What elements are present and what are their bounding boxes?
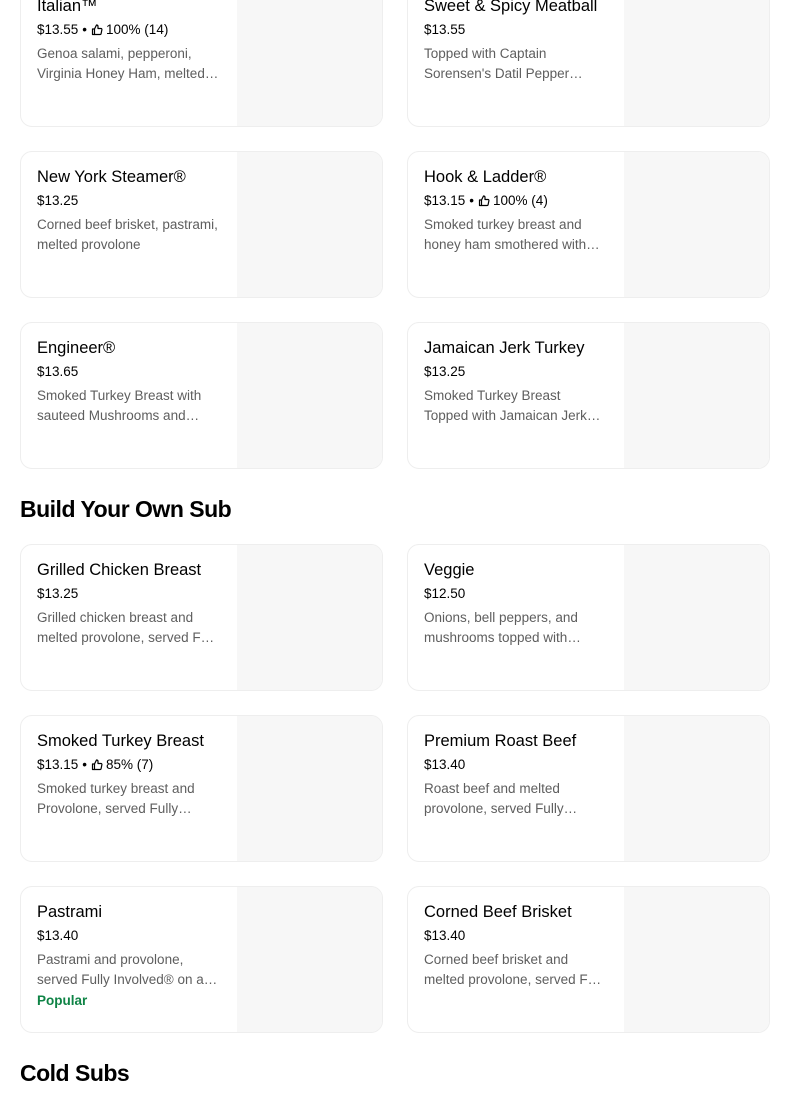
item-rating: 100% (4) [493, 193, 548, 208]
item-description: Roast beef and melted provolone, served … [424, 781, 564, 816]
item-meta: $13.65 [37, 363, 221, 381]
menu-item-info: Veggie $12.50 Onions, bell peppers, and mu… [408, 545, 624, 690]
item-rating: 85% (7) [106, 757, 154, 772]
item-price: $13.25 [37, 586, 79, 601]
item-name: Pastrami [37, 903, 103, 921]
item-name: Hook & Ladder® [424, 168, 547, 186]
item-image[interactable] [624, 323, 769, 468]
item-image[interactable] [624, 545, 769, 690]
item-meta: $13.40 [37, 927, 221, 945]
item-price: $13.40 [424, 928, 466, 943]
item-description: Grilled chicken breast and melted provol… [37, 610, 221, 645]
menu-item-card[interactable]: Premium Roast Beef $13.40 Roast beef and m… [407, 715, 770, 862]
menu-item-card[interactable]: Italian™ $13.55 • 100% (14) Genoa salami, pe… [20, 0, 383, 127]
item-image[interactable] [237, 545, 382, 690]
item-price: $12.50 [424, 586, 466, 601]
menu-item-info: Pastrami $13.40 Pastrami and provolone, se… [21, 887, 237, 1032]
menu-item-card[interactable]: Hook & Ladder® $13.15 • 100% (4) Smoked turk… [407, 151, 770, 298]
item-meta: $13.55 [424, 21, 608, 39]
item-description: Pastrami and provolone, served Fully Inv… [37, 952, 204, 987]
menu-item-card[interactable]: Smoked Turkey Breast $13.15 • 85% (7) Smoked… [20, 715, 383, 862]
item-image[interactable] [624, 887, 769, 1032]
menu-item-card[interactable]: Pastrami $13.40 Pastrami and provolone, se… [20, 886, 383, 1033]
menu-item-info: Premium Roast Beef $13.40 Roast beef and m… [408, 716, 624, 861]
menu-item-info: Grilled Chicken Breast $13.25 Grilled chic… [21, 545, 237, 690]
item-name: Veggie [424, 561, 475, 579]
item-name: Italian™ [37, 0, 98, 15]
menu-item-card[interactable]: Engineer® $13.65 Smoked Turkey Breast with… [20, 322, 383, 469]
item-price: $13.40 [37, 928, 79, 943]
item-image[interactable] [624, 716, 769, 861]
menu-item-card[interactable]: Veggie $12.50 Onions, bell peppers, and mu… [407, 544, 770, 691]
item-description: Smoked turkey breast and honey ham smoth… [424, 217, 587, 252]
item-description: Smoked turkey breast and Provolone, serv… [37, 781, 195, 816]
item-name: Engineer® [37, 339, 116, 357]
menu-item-card[interactable]: Grilled Chicken Breast $13.25 Grilled chic… [20, 544, 383, 691]
item-meta: $13.25 [37, 192, 221, 210]
item-price: $13.25 [424, 364, 466, 379]
separator-dot: • [469, 193, 475, 208]
item-price: $13.55 [424, 22, 466, 37]
item-price: $13.40 [424, 757, 466, 772]
item-image[interactable] [237, 0, 382, 126]
item-image[interactable] [624, 0, 769, 126]
item-price: $13.15 [37, 757, 79, 772]
thumbs-up-icon [478, 195, 493, 207]
item-meta: $13.15 • 100% (4) [424, 192, 608, 210]
thumbs-up-icon [91, 24, 106, 36]
separator-dot: • [82, 22, 88, 37]
menu-item-card[interactable]: Corned Beef Brisket $13.40 Corned beef bri… [407, 886, 770, 1033]
item-description: Onions, bell peppers, and mushrooms topp… [424, 610, 578, 645]
item-name: New York Steamer® [37, 168, 186, 186]
thumbs-up-icon [91, 759, 106, 771]
menu-item-card[interactable]: New York Steamer® $13.25 Corned beef brisk… [20, 151, 383, 298]
item-price: $13.15 [424, 193, 466, 208]
menu-page: Italian™ $13.55 • 100% (14) Genoa salami, pe… [0, 0, 804, 1108]
menu-item-info: Corned Beef Brisket $13.40 Corned beef bri… [408, 887, 624, 1032]
item-price: $13.25 [37, 193, 79, 208]
item-meta: $12.50 [424, 585, 608, 603]
item-price: $13.55 [37, 22, 79, 37]
menu-item-card[interactable]: Sweet & Spicy Meatball $13.55 Topped with … [407, 0, 770, 127]
item-image[interactable] [624, 152, 769, 297]
menu-grid: Grilled Chicken Breast $13.25 Grilled chic… [0, 544, 804, 1033]
section-title: Build Your Own Sub [20, 496, 232, 522]
item-price: $13.65 [37, 364, 79, 379]
item-name: Corned Beef Brisket [424, 903, 572, 921]
item-meta: $13.25 [424, 363, 608, 381]
item-description: Smoked Turkey Breast with sauteed Mushro… [37, 388, 202, 423]
menu-item-info: Italian™ $13.55 • 100% (14) Genoa salami, pe… [21, 0, 237, 126]
item-name: Jamaican Jerk Turkey [424, 339, 585, 357]
item-description: Genoa salami, pepperoni, Virginia Honey … [37, 46, 205, 81]
menu-item-info: Engineer® $13.65 Smoked Turkey Breast with… [21, 323, 237, 468]
item-name: Grilled Chicken Breast [37, 561, 202, 579]
item-description: Corned beef brisket and melted provolone… [424, 952, 608, 987]
popular-badge: Popular [37, 993, 88, 1008]
menu-item-info: New York Steamer® $13.25 Corned beef brisk… [21, 152, 237, 297]
item-name: Premium Roast Beef [424, 732, 577, 750]
item-rating: 100% (14) [106, 22, 169, 37]
menu-item-info: Hook & Ladder® $13.15 • 100% (4) Smoked turk… [408, 152, 624, 297]
item-description: Corned beef brisket, pastrami, melted pr… [37, 217, 218, 252]
item-description: Smoked Turkey Breast Topped with Jamaica… [424, 388, 587, 423]
item-meta: $13.55 • 100% (14) [37, 21, 221, 39]
item-name: Smoked Turkey Breast [37, 732, 204, 750]
item-name: Sweet & Spicy Meatball [424, 0, 598, 15]
item-image[interactable] [237, 887, 382, 1032]
item-image[interactable] [237, 152, 382, 297]
item-meta: $13.40 [424, 927, 608, 945]
item-meta: $13.40 [424, 756, 608, 774]
menu-item-info: Sweet & Spicy Meatball $13.55 Topped with … [408, 0, 624, 126]
item-image[interactable] [237, 716, 382, 861]
item-meta: $13.25 [37, 585, 221, 603]
separator-dot: • [82, 757, 88, 772]
item-image[interactable] [237, 323, 382, 468]
section-title: Cold Subs [20, 1060, 130, 1086]
menu-item-info: Jamaican Jerk Turkey $13.25 Smoked Turkey … [408, 323, 624, 468]
menu-grid: Italian™ $13.55 • 100% (14) Genoa salami, pe… [0, 0, 804, 469]
menu-item-card[interactable]: Jamaican Jerk Turkey $13.25 Smoked Turkey … [407, 322, 770, 469]
item-meta: $13.15 • 85% (7) [37, 756, 221, 774]
item-description: Topped with Captain Sorensen's Datil Pep… [424, 46, 570, 81]
menu-item-info: Smoked Turkey Breast $13.15 • 85% (7) Smoked… [21, 716, 237, 861]
